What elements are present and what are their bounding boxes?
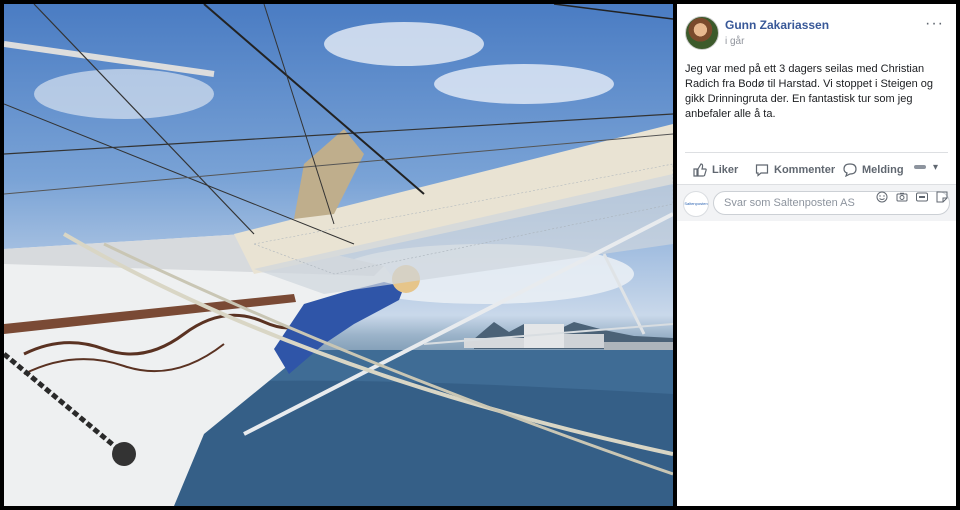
comment-label: Kommenter xyxy=(774,164,836,176)
author-name[interactable]: Gunn Zakariassen xyxy=(725,18,829,32)
page-avatar[interactable]: Saltenposten xyxy=(683,191,709,217)
emoji-icon[interactable] xyxy=(876,190,888,203)
ship-photo-illustration xyxy=(4,4,673,506)
comment-icon xyxy=(755,163,769,177)
message-label: Melding xyxy=(862,164,904,176)
post-side-panel: Gunn Zakariassen i går ··· Jeg var med p… xyxy=(677,4,956,506)
share-dropdown[interactable]: ▾ xyxy=(914,162,938,173)
post-header: Gunn Zakariassen i går ··· xyxy=(685,16,948,52)
post-timestamp[interactable]: i går xyxy=(725,36,744,47)
photo-viewer: Gunn Zakariassen i går ··· Jeg var med p… xyxy=(0,0,960,510)
gif-icon[interactable] xyxy=(916,190,928,202)
post-actions: Liker Kommenter Melding ▾ xyxy=(685,156,948,184)
comment-button[interactable]: Kommenter xyxy=(755,160,835,180)
post-text: Jeg var med på ett 3 dagers seilas med C… xyxy=(685,63,934,120)
author-avatar[interactable] xyxy=(685,16,719,50)
like-label: Liker xyxy=(712,164,739,176)
camera-icon[interactable] xyxy=(896,190,908,202)
divider xyxy=(685,152,948,153)
chevron-down-icon: ▾ xyxy=(932,162,938,173)
messenger-icon xyxy=(843,163,857,178)
message-button[interactable]: Melding xyxy=(843,160,904,180)
comment-tools xyxy=(876,190,948,203)
sticker-icon[interactable] xyxy=(936,190,948,203)
page-identity-icon xyxy=(914,165,927,170)
more-options-icon[interactable]: ··· xyxy=(925,16,944,32)
comment-composer: Saltenposten Svar som Saltenposten AS xyxy=(677,185,956,221)
like-button[interactable]: Liker xyxy=(693,160,738,180)
thumbs-up-icon xyxy=(693,163,707,177)
post-photo[interactable] xyxy=(4,4,673,506)
